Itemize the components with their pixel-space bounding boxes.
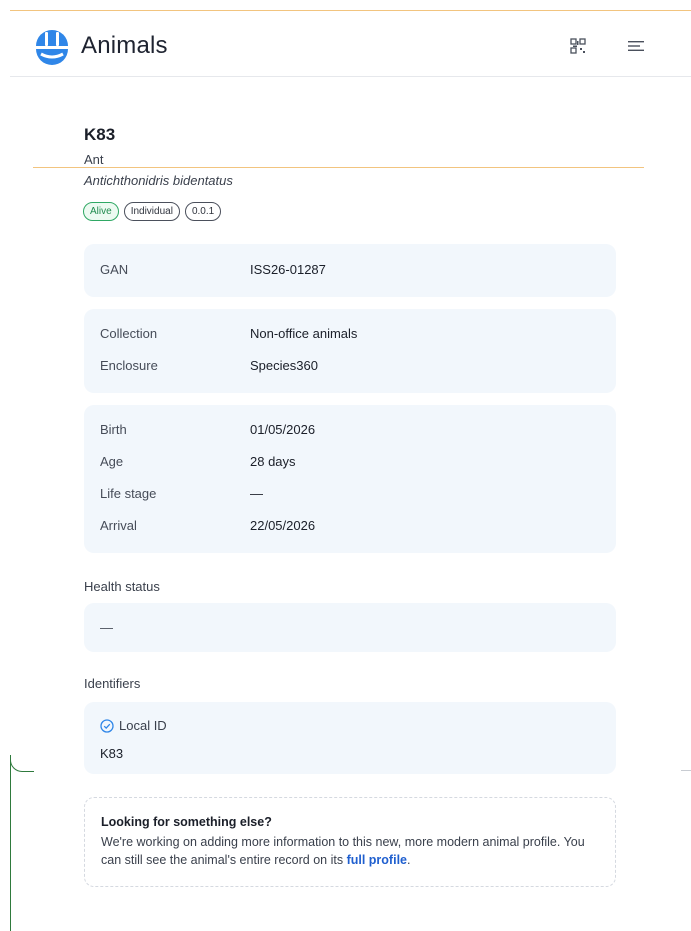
location-card: Collection Non-office animals Enclosure … bbox=[84, 309, 616, 393]
status-badge-count: 0.0.1 bbox=[184, 202, 222, 221]
identifiers-heading: Identifiers bbox=[84, 676, 141, 691]
note-end: . bbox=[407, 853, 411, 867]
birth-label: Birth bbox=[100, 422, 127, 437]
menu-icon bbox=[628, 41, 644, 51]
collection-label: Collection bbox=[100, 326, 158, 341]
identifier-card: Local ID K83 bbox=[84, 702, 616, 774]
health-status-value: — bbox=[100, 620, 113, 635]
qr-code-button[interactable] bbox=[567, 35, 589, 57]
note-body-text: We're working on adding more information… bbox=[101, 835, 585, 867]
animals-logo-icon[interactable] bbox=[33, 28, 71, 66]
status-badges: Alive Individual 0.0.1 bbox=[83, 202, 222, 221]
gan-label: GAN bbox=[100, 262, 129, 277]
status-badge-individual: Individual bbox=[123, 202, 180, 221]
app-header: Animals bbox=[10, 11, 691, 77]
arrival-value: 22/05/2026 bbox=[250, 518, 316, 533]
life-stage-value: — bbox=[250, 486, 263, 501]
check-circle-icon bbox=[100, 718, 114, 733]
life-stage-label: Life stage bbox=[100, 486, 157, 501]
enclosure-label: Enclosure bbox=[100, 358, 158, 373]
left-edge-artifact bbox=[10, 755, 11, 931]
animal-name: K83 bbox=[84, 125, 116, 144]
birth-value: 01/05/2026 bbox=[250, 422, 316, 437]
arrival-label: Arrival bbox=[100, 518, 137, 533]
gan-card: GAN ISS26-01287 bbox=[84, 244, 616, 297]
app-title: Animals bbox=[81, 32, 168, 59]
identifier-type: Local ID bbox=[100, 718, 167, 733]
info-note: Looking for something else? We're workin… bbox=[84, 797, 616, 887]
enclosure-value: Species360 bbox=[250, 358, 318, 373]
animal-common-name: Ant bbox=[84, 152, 104, 167]
gan-value: ISS26-01287 bbox=[250, 262, 326, 277]
menu-button[interactable] bbox=[625, 35, 647, 57]
health-status-card: — bbox=[84, 603, 616, 652]
age-label: Age bbox=[100, 454, 124, 469]
age-value: 28 days bbox=[250, 454, 296, 469]
full-profile-link[interactable]: full profile bbox=[347, 853, 407, 867]
identifier-value: K83 bbox=[100, 746, 124, 761]
right-edge-artifact bbox=[681, 770, 691, 771]
note-body: We're working on adding more information… bbox=[101, 833, 601, 869]
qr-code-icon bbox=[570, 38, 586, 54]
dates-card: Birth 01/05/2026 Age 28 days Life stage … bbox=[84, 405, 616, 553]
status-badge-alive: Alive bbox=[83, 202, 119, 221]
note-title: Looking for something else? bbox=[101, 815, 272, 829]
health-status-heading: Health status bbox=[84, 579, 160, 594]
collection-value: Non-office animals bbox=[250, 326, 358, 341]
animal-scientific-name: Antichthonidris bidentatus bbox=[84, 173, 233, 188]
identifier-type-label: Local ID bbox=[119, 718, 167, 733]
left-edge-artifact-curve bbox=[10, 760, 34, 772]
accent-divider bbox=[33, 167, 644, 168]
